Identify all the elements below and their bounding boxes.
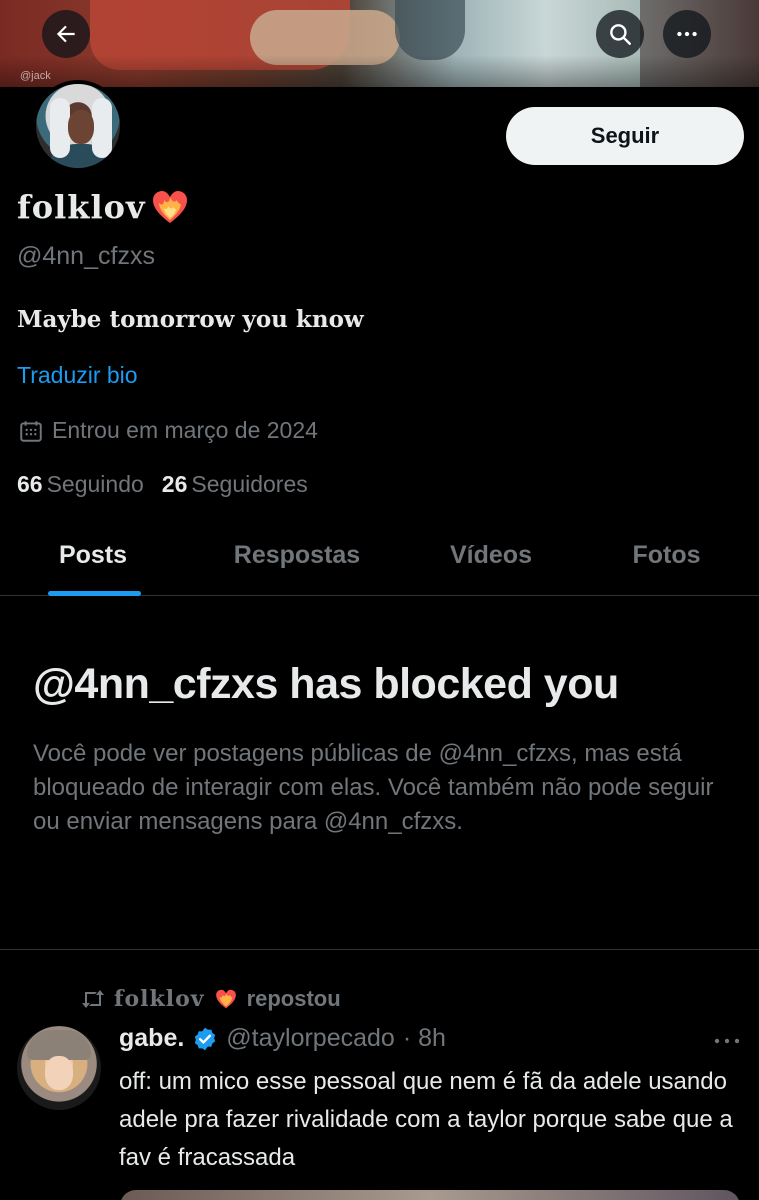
tweet-time[interactable]: · 8h xyxy=(403,1024,446,1053)
translate-bio-link[interactable]: Traduzir bio xyxy=(17,362,138,389)
following-link[interactable]: 66 Seguindo xyxy=(17,471,144,498)
tab-posts[interactable]: Posts xyxy=(0,520,186,596)
more-icon xyxy=(677,31,697,37)
search-icon xyxy=(610,24,631,45)
tab-posts-label: Posts xyxy=(58,540,128,569)
search-button[interactable] xyxy=(596,10,644,58)
tweet-text: off: um mico esse pessoal que nem é fã d… xyxy=(119,1068,733,1171)
profile-banner[interactable]: @jack xyxy=(0,0,759,87)
active-tab-indicator xyxy=(48,591,141,596)
profile-tabs: Posts Respostas Vídeos Fotos xyxy=(0,520,759,596)
heart-on-fire-icon xyxy=(215,989,236,1009)
tab-videos[interactable]: Vídeos xyxy=(408,520,574,590)
tweet-author-handle[interactable]: @taylorpecado xyxy=(226,1024,395,1053)
repost-name: folklov xyxy=(114,986,205,1012)
tweet-author-name[interactable]: gabe. xyxy=(119,1024,184,1053)
blocked-title: @4nn_cfzxs has blocked you xyxy=(33,660,619,708)
profile-handle: @4nn_cfzxs xyxy=(17,242,155,270)
tweet-more-icon[interactable] xyxy=(710,1030,744,1052)
joined-text: Entrou em março de 2024 xyxy=(52,417,318,443)
following-label: Seguindo xyxy=(46,471,144,497)
profile-avatar[interactable] xyxy=(32,80,124,172)
follow-button[interactable]: Seguir xyxy=(506,107,744,165)
followers-count: 26 xyxy=(161,471,188,497)
tweet-media[interactable] xyxy=(120,1190,740,1200)
repost-icon xyxy=(82,990,104,1008)
tweet-header: gabe. @taylorpecado · 8h xyxy=(119,1024,446,1053)
back-button[interactable] xyxy=(42,10,90,58)
back-arrow-icon xyxy=(56,25,75,43)
repost-label: repostou xyxy=(246,986,341,1011)
followers-label: Seguidores xyxy=(191,471,308,497)
tab-replies[interactable]: Respostas xyxy=(186,520,408,590)
display-name: folklov xyxy=(17,188,190,226)
heart-on-fire-icon xyxy=(152,191,187,223)
more-options-button[interactable] xyxy=(663,10,711,58)
blocked-description: Você pode ver postagens públicas de @4nn… xyxy=(33,740,714,835)
repost-indicator[interactable]: folklov repostou xyxy=(80,986,341,1012)
profile-stats: 66 Seguindo 26 Seguidores xyxy=(17,471,308,498)
tab-photos-label: Fotos xyxy=(632,540,701,569)
tab-photos[interactable]: Fotos xyxy=(574,520,759,590)
following-count: 66 xyxy=(17,471,43,497)
tab-replies-label: Respostas xyxy=(233,540,361,569)
joined-date: Entrou em março de 2024 xyxy=(18,417,318,444)
tab-videos-label: Vídeos xyxy=(450,540,532,569)
tweet-author-avatar[interactable] xyxy=(17,1026,101,1110)
verified-icon xyxy=(195,1027,216,1050)
followers-link[interactable]: 26 Seguidores xyxy=(162,471,308,498)
calendar-icon xyxy=(20,420,42,442)
divider xyxy=(0,949,759,950)
banner-watermark: @jack xyxy=(20,70,51,82)
profile-bio: Maybe tomorrow you know xyxy=(17,306,364,333)
display-name-text: folklov xyxy=(17,188,146,226)
